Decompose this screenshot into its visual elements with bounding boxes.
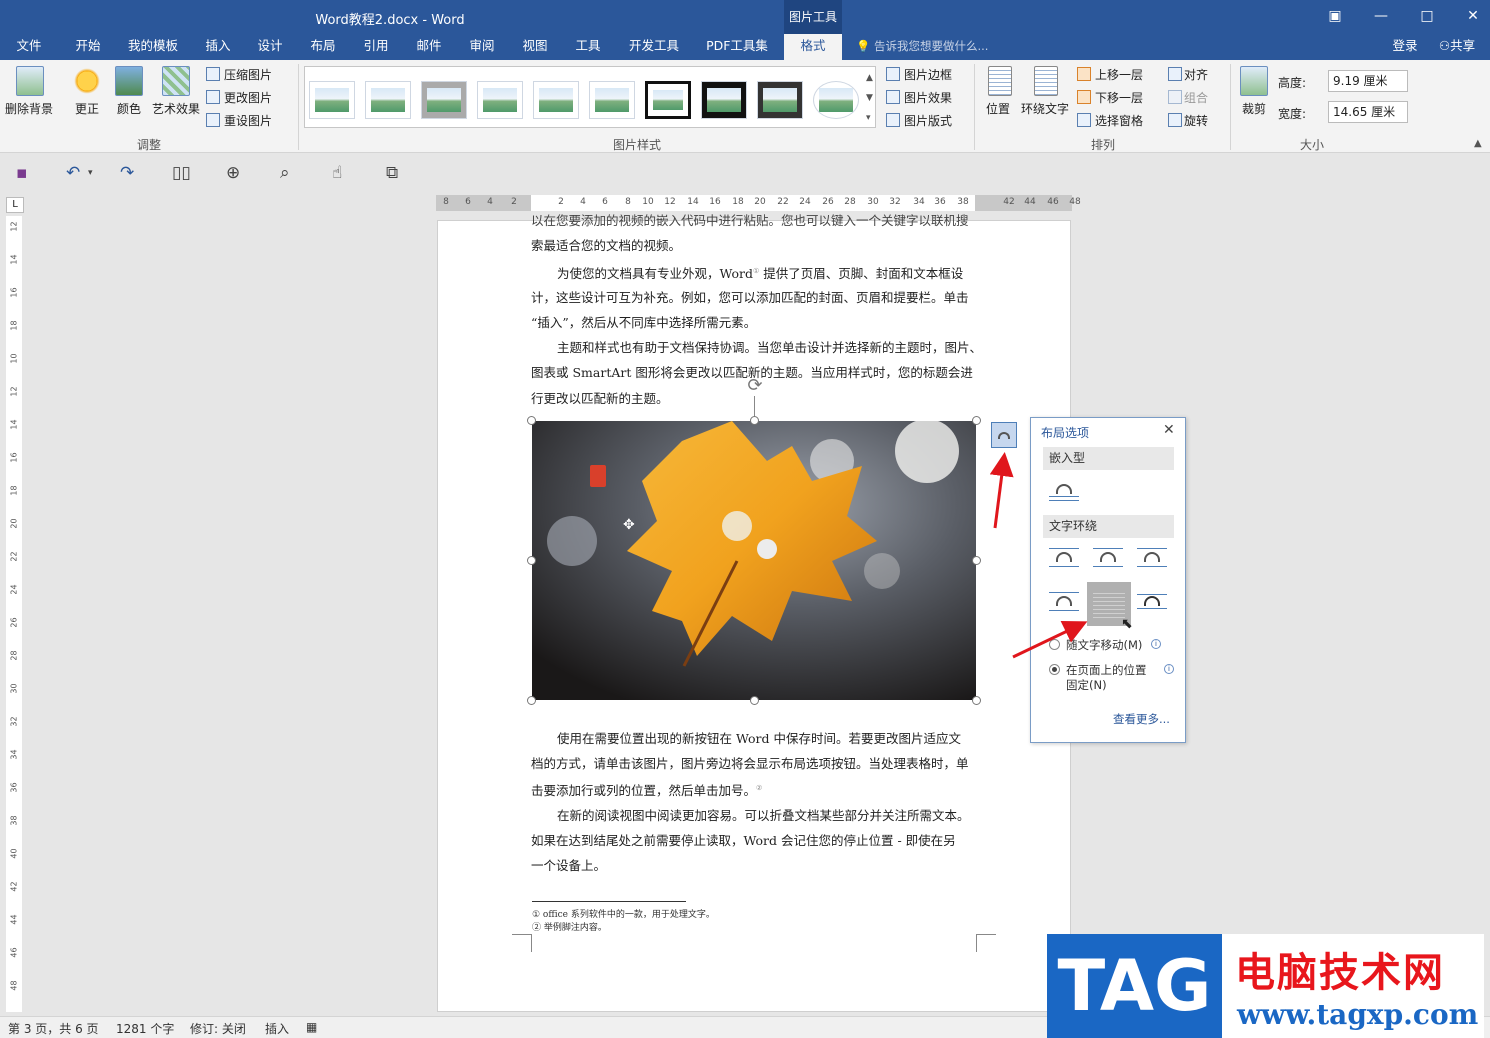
annotation-arrows <box>989 452 1088 659</box>
track-changes-status[interactable]: 修订: 关闭 <box>190 1020 246 1037</box>
macro-record-icon[interactable]: ▦ <box>306 1020 317 1034</box>
insert-mode[interactable]: 插入 <box>265 1020 289 1037</box>
word-count[interactable]: 1281 个字 <box>116 1020 174 1037</box>
watermark-url: www.tagxp.com <box>1237 998 1479 1031</box>
arrow-to-layout-button <box>989 452 1014 529</box>
arrow-to-behind-text <box>1012 620 1088 659</box>
watermark-tag-logo: TAG <box>1047 934 1222 1038</box>
page-count[interactable]: 第 3 页，共 6 页 <box>8 1020 99 1037</box>
site-watermark: TAG 电脑技术网 www.tagxp.com <box>1047 934 1484 1038</box>
watermark-site-name: 电脑技术网 <box>1235 950 1445 996</box>
